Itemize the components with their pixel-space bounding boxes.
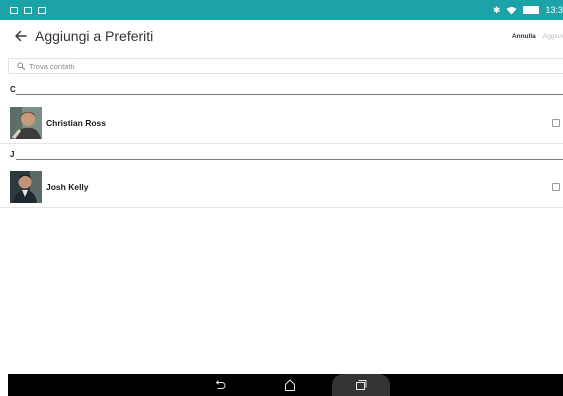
section-divider [16,94,563,95]
back-icon[interactable] [208,374,232,396]
page-title: Aggiungi a Preferiti [35,28,154,44]
avatar [10,107,42,139]
recent-apps-icon[interactable] [349,374,373,396]
contact-name: Christian Ross [46,117,106,128]
home-icon[interactable] [278,374,302,396]
wifi-icon [506,6,517,15]
section-j: J [0,150,563,162]
section-header: C [0,85,563,97]
screen: ✱ 13:3 Aggiungi a Preferiti Annulla Aggi… [0,0,563,396]
status-bar-system: ✱ 13:3 [493,0,563,20]
add-button[interactable]: Aggiun [543,33,563,40]
section-header: J [0,150,563,162]
contact-row-christian-ross[interactable]: Christian Ross [0,102,563,144]
contact-checkbox[interactable] [552,182,560,191]
search-icon [16,62,25,71]
section-c: C [0,85,563,97]
section-letter: J [10,150,15,159]
gallery-icon [10,6,18,14]
header-actions: Annulla Aggiun [512,20,563,52]
contact-name: Josh Kelly [46,181,89,192]
status-bar: ✱ 13:3 [0,0,563,20]
bluetooth-icon: ✱ [492,4,501,15]
navigation-bar [8,374,563,396]
download-icon [24,6,32,14]
status-time: 13:3 [545,5,563,15]
top-bar: Aggiungi a Preferiti Annulla Aggiun [0,20,563,52]
search-bar [8,58,563,74]
section-letter: C [10,85,16,94]
screenshot-icon [38,6,46,14]
battery-icon [523,6,540,14]
avatar [10,171,42,203]
search-input[interactable] [29,59,563,73]
contact-checkbox[interactable] [552,118,560,127]
section-divider [16,159,563,160]
status-bar-notifications [10,6,46,14]
back-arrow-icon[interactable] [10,25,32,47]
contact-row-josh-kelly[interactable]: Josh Kelly [0,166,563,208]
cancel-button[interactable]: Annulla [512,33,536,40]
